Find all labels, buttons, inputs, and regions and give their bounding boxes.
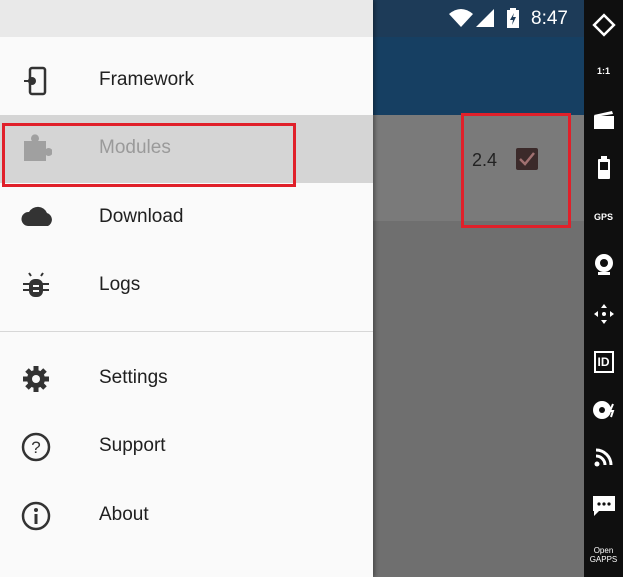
phone-settings-icon xyxy=(20,65,52,97)
device-id-icon[interactable]: ID xyxy=(584,342,623,382)
rotate-icon[interactable] xyxy=(584,5,623,45)
emulator-toolbar: 1:1 GPS ID Open GAPPS xyxy=(584,0,623,577)
screen-record-icon[interactable] xyxy=(584,100,623,140)
drawer-item-settings[interactable]: Settings xyxy=(0,345,373,413)
drawer-item-support[interactable]: ? Support xyxy=(0,413,373,481)
camera-icon[interactable] xyxy=(584,245,623,285)
gear-icon xyxy=(20,363,52,395)
modules-highlight-box xyxy=(2,123,296,187)
sms-icon[interactable] xyxy=(584,486,623,526)
open-gapps-icon[interactable]: Open GAPPS xyxy=(584,535,623,575)
drawer-item-label: About xyxy=(99,504,149,525)
drawer-item-label: Download xyxy=(99,206,184,227)
wifi-icon xyxy=(448,8,474,33)
drawer-item-label: Settings xyxy=(99,367,168,388)
help-circle-icon: ? xyxy=(20,431,52,463)
cell-signal-icon xyxy=(475,8,495,33)
navigation-drawer: Framework Modules Download Logs Settings… xyxy=(0,0,373,577)
pixel-perfect-icon[interactable]: 1:1 xyxy=(584,51,623,91)
drawer-item-framework[interactable]: Framework xyxy=(0,47,373,115)
svg-text:?: ? xyxy=(31,438,40,457)
drawer-header xyxy=(0,0,373,37)
battery-charging-icon xyxy=(506,8,520,34)
cast-icon[interactable] xyxy=(584,437,623,477)
cloud-icon xyxy=(20,202,52,234)
drawer-item-label: Support xyxy=(99,435,166,456)
drawer-item-label: Framework xyxy=(99,69,195,90)
drawer-divider xyxy=(0,331,373,332)
disk-icon[interactable] xyxy=(584,390,623,430)
drawer-item-label: Logs xyxy=(99,274,141,295)
gps-icon[interactable]: GPS xyxy=(584,197,623,237)
remote-control-icon[interactable] xyxy=(584,294,623,334)
info-circle-icon xyxy=(20,500,52,532)
drawer-item-logs[interactable]: Logs xyxy=(0,252,373,320)
drawer-item-about[interactable]: About xyxy=(0,482,373,550)
checkbox-highlight-box xyxy=(461,113,571,228)
drawer-item-download[interactable]: Download xyxy=(0,184,373,252)
battery-icon[interactable] xyxy=(584,148,623,188)
bug-icon xyxy=(20,270,52,302)
status-time: 8:47 xyxy=(531,8,568,29)
